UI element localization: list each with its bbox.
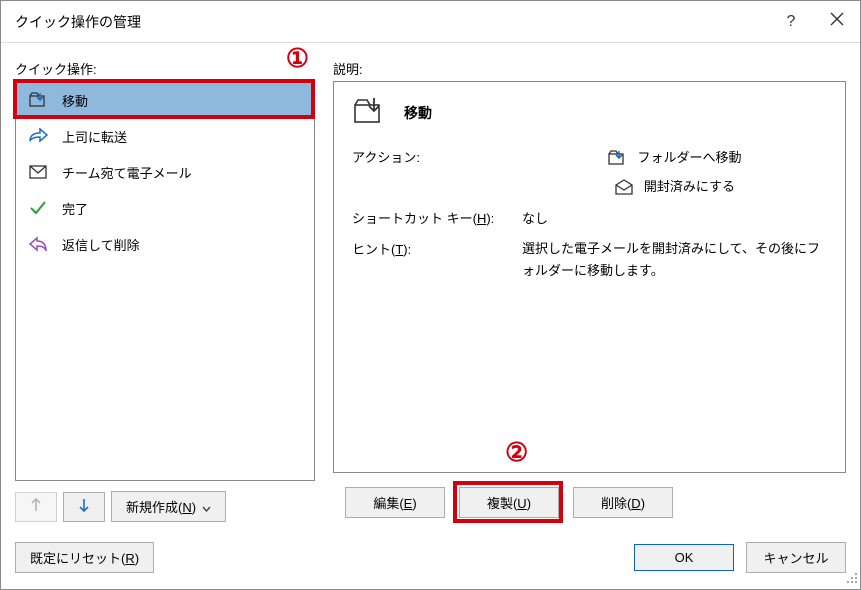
action-line-1: フォルダーへ移動 — [607, 146, 741, 169]
envelope-icon — [28, 162, 48, 182]
help-button[interactable]: ? — [768, 1, 814, 43]
quickstep-item-label: 移動 — [62, 91, 88, 110]
footer: 既定にリセット(R) OK キャンセル — [1, 532, 860, 589]
quickstep-item-label: 上司に転送 — [62, 127, 127, 146]
arrow-down-icon — [76, 497, 92, 516]
resize-grip[interactable] — [846, 572, 858, 587]
forward-icon — [28, 126, 48, 146]
action-line-2: 開封済みにする — [614, 175, 735, 198]
shortcut-value: なし — [522, 207, 827, 230]
ok-button[interactable]: OK — [634, 544, 734, 571]
new-button[interactable]: 新規作成(N) — [111, 491, 226, 522]
mark-read-icon — [614, 177, 634, 197]
hint-label: ヒント(T): — [352, 238, 522, 282]
right-panel: 説明: 移動 アクション: フォルダー — [333, 55, 846, 532]
window-title: クイック操作の管理 — [15, 12, 768, 32]
hint-value: 選択した電子メールを開封済みにして、その後にフォルダーに移動します。 — [522, 238, 827, 282]
new-button-label: 新規作成(N) — [126, 500, 196, 515]
left-controls: 新規作成(N) — [15, 481, 315, 532]
help-icon: ? — [787, 13, 796, 31]
description-buttons: ② 編集(E) 複製(U) 削除(D) — [345, 473, 846, 532]
quickstep-item-label: チーム宛て電子メール — [62, 163, 192, 182]
titlebar: クイック操作の管理 ? — [1, 1, 860, 43]
quickstep-item-label: 完了 — [62, 199, 88, 218]
description-label: 説明: — [333, 59, 363, 78]
quickstep-item-reply-delete[interactable]: 返信して削除 — [16, 226, 314, 262]
move-down-button[interactable] — [63, 492, 105, 522]
close-button[interactable] — [814, 1, 860, 43]
quickstep-item-done[interactable]: 完了 — [16, 190, 314, 226]
move-up-button[interactable] — [15, 492, 57, 522]
move-folder-icon — [607, 148, 627, 168]
chevron-down-icon — [202, 500, 211, 515]
arrow-up-icon — [28, 497, 44, 516]
shortcut-label: ショートカット キー(H): — [352, 207, 522, 230]
reset-defaults-button[interactable]: 既定にリセット(R) — [15, 542, 154, 573]
move-folder-large-icon — [352, 96, 386, 130]
quickstep-item-label: 返信して削除 — [62, 235, 140, 254]
close-icon — [830, 12, 844, 31]
quicksteps-label: クイック操作: — [15, 59, 97, 78]
reply-delete-icon — [28, 234, 48, 254]
edit-button[interactable]: 編集(E) — [345, 487, 445, 518]
dialog-window: クイック操作の管理 ? クイック操作: ① 移動 — [0, 0, 861, 590]
action-label: アクション: — [352, 146, 522, 199]
action-text: 開封済みにする — [644, 175, 735, 198]
move-folder-icon — [28, 90, 48, 110]
left-panel: クイック操作: ① 移動 上司に転送 — [15, 55, 315, 532]
cancel-button[interactable]: キャンセル — [746, 542, 846, 573]
annotation-1: ① — [286, 43, 309, 74]
quickstep-item-move[interactable]: 移動 — [16, 82, 314, 118]
delete-button[interactable]: 削除(D) — [573, 487, 673, 518]
check-icon — [28, 198, 48, 218]
quickstep-item-forward[interactable]: 上司に転送 — [16, 118, 314, 154]
action-text: フォルダーへ移動 — [637, 146, 741, 169]
duplicate-button[interactable]: 複製(U) — [459, 487, 559, 518]
quickstep-item-team-email[interactable]: チーム宛て電子メール — [16, 154, 314, 190]
quicksteps-listbox[interactable]: 移動 上司に転送 チーム宛て電子メール — [15, 81, 315, 481]
description-title: 移動 — [404, 103, 432, 123]
description-box: 移動 アクション: フォルダーへ移動 — [333, 81, 846, 473]
content-area: クイック操作: ① 移動 上司に転送 — [1, 43, 860, 532]
